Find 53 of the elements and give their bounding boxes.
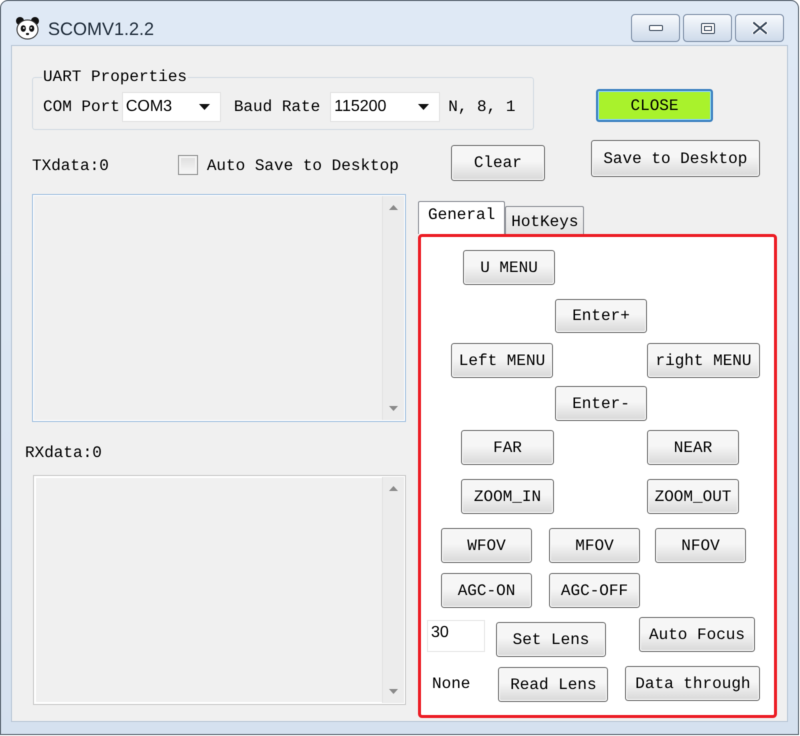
close-button[interactable] — [735, 14, 784, 42]
baud-rate-dropdown[interactable]: 115200 — [330, 92, 440, 122]
auto-save-label: Auto Save to Desktop — [206, 157, 399, 175]
command-button[interactable]: MFOV — [549, 528, 640, 563]
command-button[interactable]: Left MENU — [451, 343, 553, 378]
window-title: SCOMV1.2.2 — [48, 18, 154, 40]
command-button[interactable]: Auto Focus — [639, 617, 755, 652]
maximize-icon — [700, 22, 714, 34]
tab[interactable]: General — [418, 201, 506, 234]
clear-button[interactable]: Clear — [450, 145, 545, 181]
rx-data-label: RXdata:0 — [25, 444, 102, 462]
serial-format-text: N, 8, 1 — [448, 98, 516, 116]
com-port-label: COM Port — [43, 98, 120, 116]
com-port-dropdown[interactable]: COM3 — [122, 92, 221, 122]
tab[interactable]: HotKeys — [505, 206, 584, 234]
scroll-up-icon — [389, 486, 398, 491]
command-button[interactable]: U MENU — [463, 250, 555, 285]
command-button[interactable]: Set Lens — [496, 622, 606, 657]
maximize-button[interactable] — [683, 14, 732, 42]
group-title: UART Properties — [42, 68, 188, 86]
command-button[interactable]: AGC-ON — [441, 573, 532, 608]
command-button[interactable]: AGC-OFF — [549, 573, 640, 608]
command-button[interactable]: WFOV — [441, 528, 532, 563]
close-port-button[interactable]: CLOSE — [596, 89, 713, 122]
command-button[interactable]: Read Lens — [498, 667, 608, 702]
minimize-icon — [648, 25, 662, 31]
panda-icon — [15, 16, 40, 40]
command-button[interactable]: NEAR — [647, 430, 739, 465]
command-button[interactable]: ZOOM_OUT — [647, 479, 739, 514]
tx-data-field[interactable] — [32, 194, 406, 422]
scroll-down-icon — [389, 689, 398, 694]
baud-rate-label: Baud Rate — [234, 98, 320, 116]
vertical-scrollbar[interactable] — [382, 196, 404, 420]
auto-save-checkbox[interactable] — [178, 155, 198, 175]
scroll-down-icon — [389, 406, 398, 411]
tx-data-label: TXdata:0 — [32, 157, 109, 175]
command-button[interactable]: FAR — [461, 430, 554, 465]
command-button[interactable]: NFOV — [655, 528, 746, 563]
caret-icon — [418, 104, 430, 110]
scroll-up-icon — [389, 205, 398, 210]
command-button[interactable]: Data through — [625, 666, 760, 701]
lens-value-field[interactable]: 30 — [427, 620, 485, 652]
vertical-scrollbar[interactable] — [382, 477, 404, 703]
command-button[interactable]: Enter+ — [555, 299, 647, 333]
close-icon — [752, 22, 768, 34]
minimize-button[interactable] — [631, 14, 680, 42]
command-button[interactable]: Enter- — [555, 386, 647, 421]
save-to-desktop-button[interactable]: Save to Desktop — [590, 140, 760, 177]
caret-icon — [198, 104, 210, 110]
lens-status-text: None — [432, 675, 470, 693]
command-button[interactable]: ZOOM_IN — [461, 479, 554, 514]
rx-data-field[interactable] — [33, 475, 406, 705]
command-button[interactable]: right MENU — [647, 343, 760, 378]
